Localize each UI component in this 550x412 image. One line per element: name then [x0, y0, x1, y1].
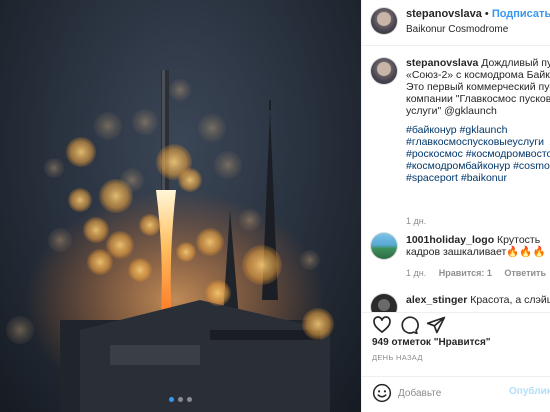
carousel-indicator [0, 397, 361, 402]
commenter-username[interactable]: 1001holiday_logo [406, 234, 494, 246]
caption-line: услуги" @gklaunch [406, 105, 497, 117]
launch-photo-art [6, 70, 334, 412]
commenter-avatar[interactable] [371, 233, 397, 259]
hashtag-line[interactable]: #байконур #gklaunch [406, 124, 550, 136]
comment-meta: 1 дн. Нравится: 1 Ответить [406, 268, 546, 278]
post-photo[interactable] [0, 0, 361, 412]
post-details-panel: stepanovslava • Подписаться Baikonur Cos… [361, 0, 550, 412]
add-comment-bar: Опубликовать [362, 376, 550, 412]
comment-body: Красота, а слэйш [470, 294, 550, 306]
comment-text: alex_stinger Красота, а слэйш [406, 294, 550, 306]
hashtag-line[interactable]: #spaceport #baikonur [406, 172, 550, 184]
post-date[interactable]: ДЕНЬ НАЗАД [372, 353, 423, 362]
location-link[interactable]: Baikonur Cosmodrome [406, 24, 508, 35]
caption-time[interactable]: 1 дн. [406, 216, 426, 226]
commenter-username[interactable]: alex_stinger [406, 294, 467, 306]
hashtag-line[interactable]: #главкосмоспусковыеуслуги [406, 136, 550, 148]
comments-list[interactable]: stepanovslava Дождливый пуск «Союз-2» с … [362, 47, 550, 312]
commenter-avatar[interactable] [371, 294, 397, 312]
comment-body: Крутость [497, 234, 541, 246]
heart-icon[interactable] [372, 315, 392, 335]
caption-username[interactable]: stepanovslava [406, 57, 478, 69]
comment-body: кадров зашкаливает🔥🔥🔥 [406, 246, 546, 258]
caption-line: компании "Главкосмос пусковые [406, 93, 550, 105]
author-avatar[interactable] [371, 8, 397, 34]
post-actions: 949 отметок "Нравится" ДЕНЬ НАЗАД [362, 312, 550, 376]
author-line: stepanovslava • Подписаться [406, 8, 550, 20]
separator-dot: • [484, 8, 489, 20]
caption-line: «Союз-2» с космодрома Байконур [406, 69, 550, 81]
publish-button[interactable]: Опубликовать [509, 386, 550, 397]
comment-text: 1001holiday_logo Крутость кадров зашкали… [406, 234, 550, 258]
hashtag-line[interactable]: #роскосмос #космодромвосточный [406, 148, 550, 160]
caption-line: Дождливый пуск [481, 57, 550, 69]
carousel-dot [187, 397, 192, 402]
caption-line: Это первый коммерческий пуск [406, 81, 550, 93]
share-icon[interactable] [426, 315, 446, 335]
caption-text: stepanovslava Дождливый пуск «Союз-2» с … [406, 57, 550, 184]
author-username[interactable]: stepanovslava [406, 8, 482, 20]
comment-likes[interactable]: Нравится: 1 [439, 268, 492, 278]
reply-button[interactable]: Ответить [504, 268, 546, 278]
post-header: stepanovslava • Подписаться Baikonur Cos… [362, 0, 550, 46]
caption-avatar[interactable] [371, 58, 397, 84]
follow-button[interactable]: Подписаться [492, 8, 550, 20]
likes-count[interactable]: 949 отметок "Нравится" [372, 337, 491, 348]
comment-input[interactable] [398, 385, 498, 401]
emoji-icon[interactable] [372, 383, 392, 408]
comment-time[interactable]: 1 дн. [406, 268, 426, 278]
hashtag-line[interactable]: #космодромбайконур #cosmodrome [406, 160, 550, 172]
comment-icon[interactable] [399, 315, 419, 335]
carousel-dot-active [169, 397, 174, 402]
carousel-dot [178, 397, 183, 402]
